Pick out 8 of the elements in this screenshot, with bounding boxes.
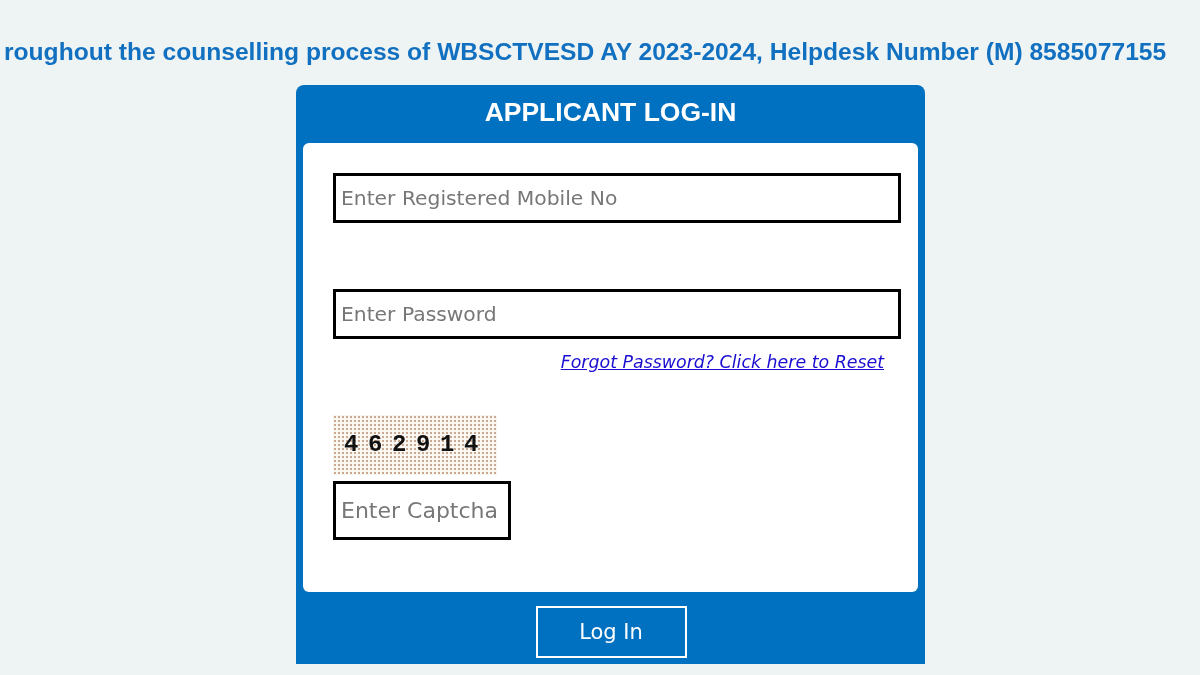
notice-marquee-text: roughout the counselling process of WBSCTVESD AY 2023-2024, Helpdesk Number (M) 8585077155 <box>4 38 1167 65</box>
login-button[interactable]: Log In <box>535 606 687 658</box>
forgot-password-link[interactable]: Forgot Password? Click here to Reset <box>560 352 884 373</box>
input-field[interactable]: Enter Registered Mobile No <box>333 173 901 223</box>
input-field[interactable]: Enter Password <box>333 289 901 339</box>
captcha-code: 462914 <box>344 432 488 458</box>
card-title: APPLICANT LOG-IN <box>483 96 738 129</box>
captcha-input-field[interactable]: Enter Captcha <box>333 481 511 540</box>
